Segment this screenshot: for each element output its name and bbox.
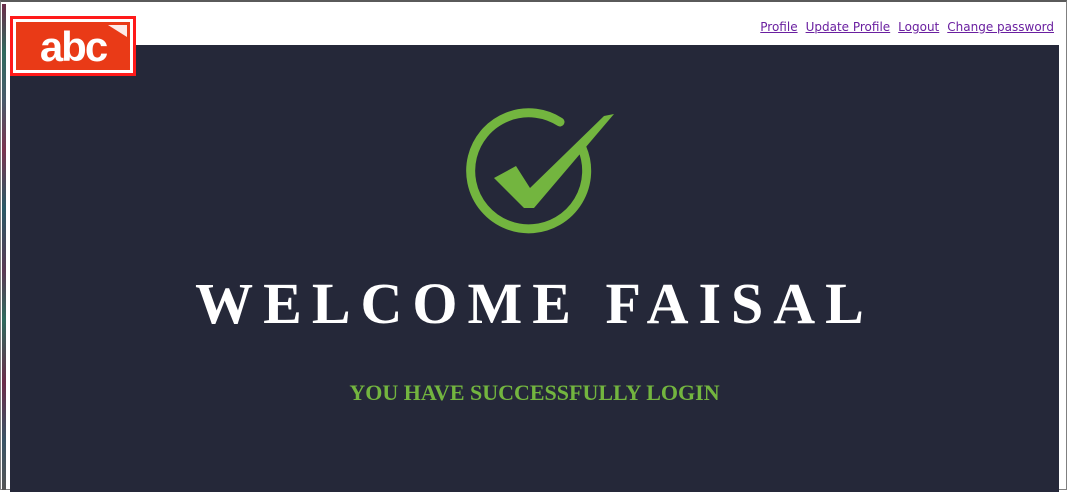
nav-update-profile-link[interactable]: Update Profile <box>806 20 891 34</box>
top-nav: Profile Update Profile Logout Change pas… <box>760 20 1054 34</box>
page-frame: abc Profile Update Profile Logout Change… <box>0 0 1067 492</box>
site-logo[interactable]: abc <box>10 16 136 76</box>
nav-profile-link[interactable]: Profile <box>760 20 797 34</box>
svg-text:abc: abc <box>40 23 108 70</box>
welcome-heading: WELCOME FAISAL <box>195 271 874 336</box>
welcome-banner: WELCOME FAISAL YOU HAVE SUCCESSFULLY LOG… <box>10 45 1059 492</box>
nav-change-password-link[interactable]: Change password <box>947 20 1054 34</box>
login-success-message: YOU HAVE SUCCESSFULLY LOGIN <box>349 380 720 405</box>
window-edge <box>2 4 6 490</box>
nav-logout-link[interactable]: Logout <box>898 20 939 34</box>
check-circle-icon <box>466 108 614 234</box>
abc-logo-icon: abc <box>16 22 130 70</box>
